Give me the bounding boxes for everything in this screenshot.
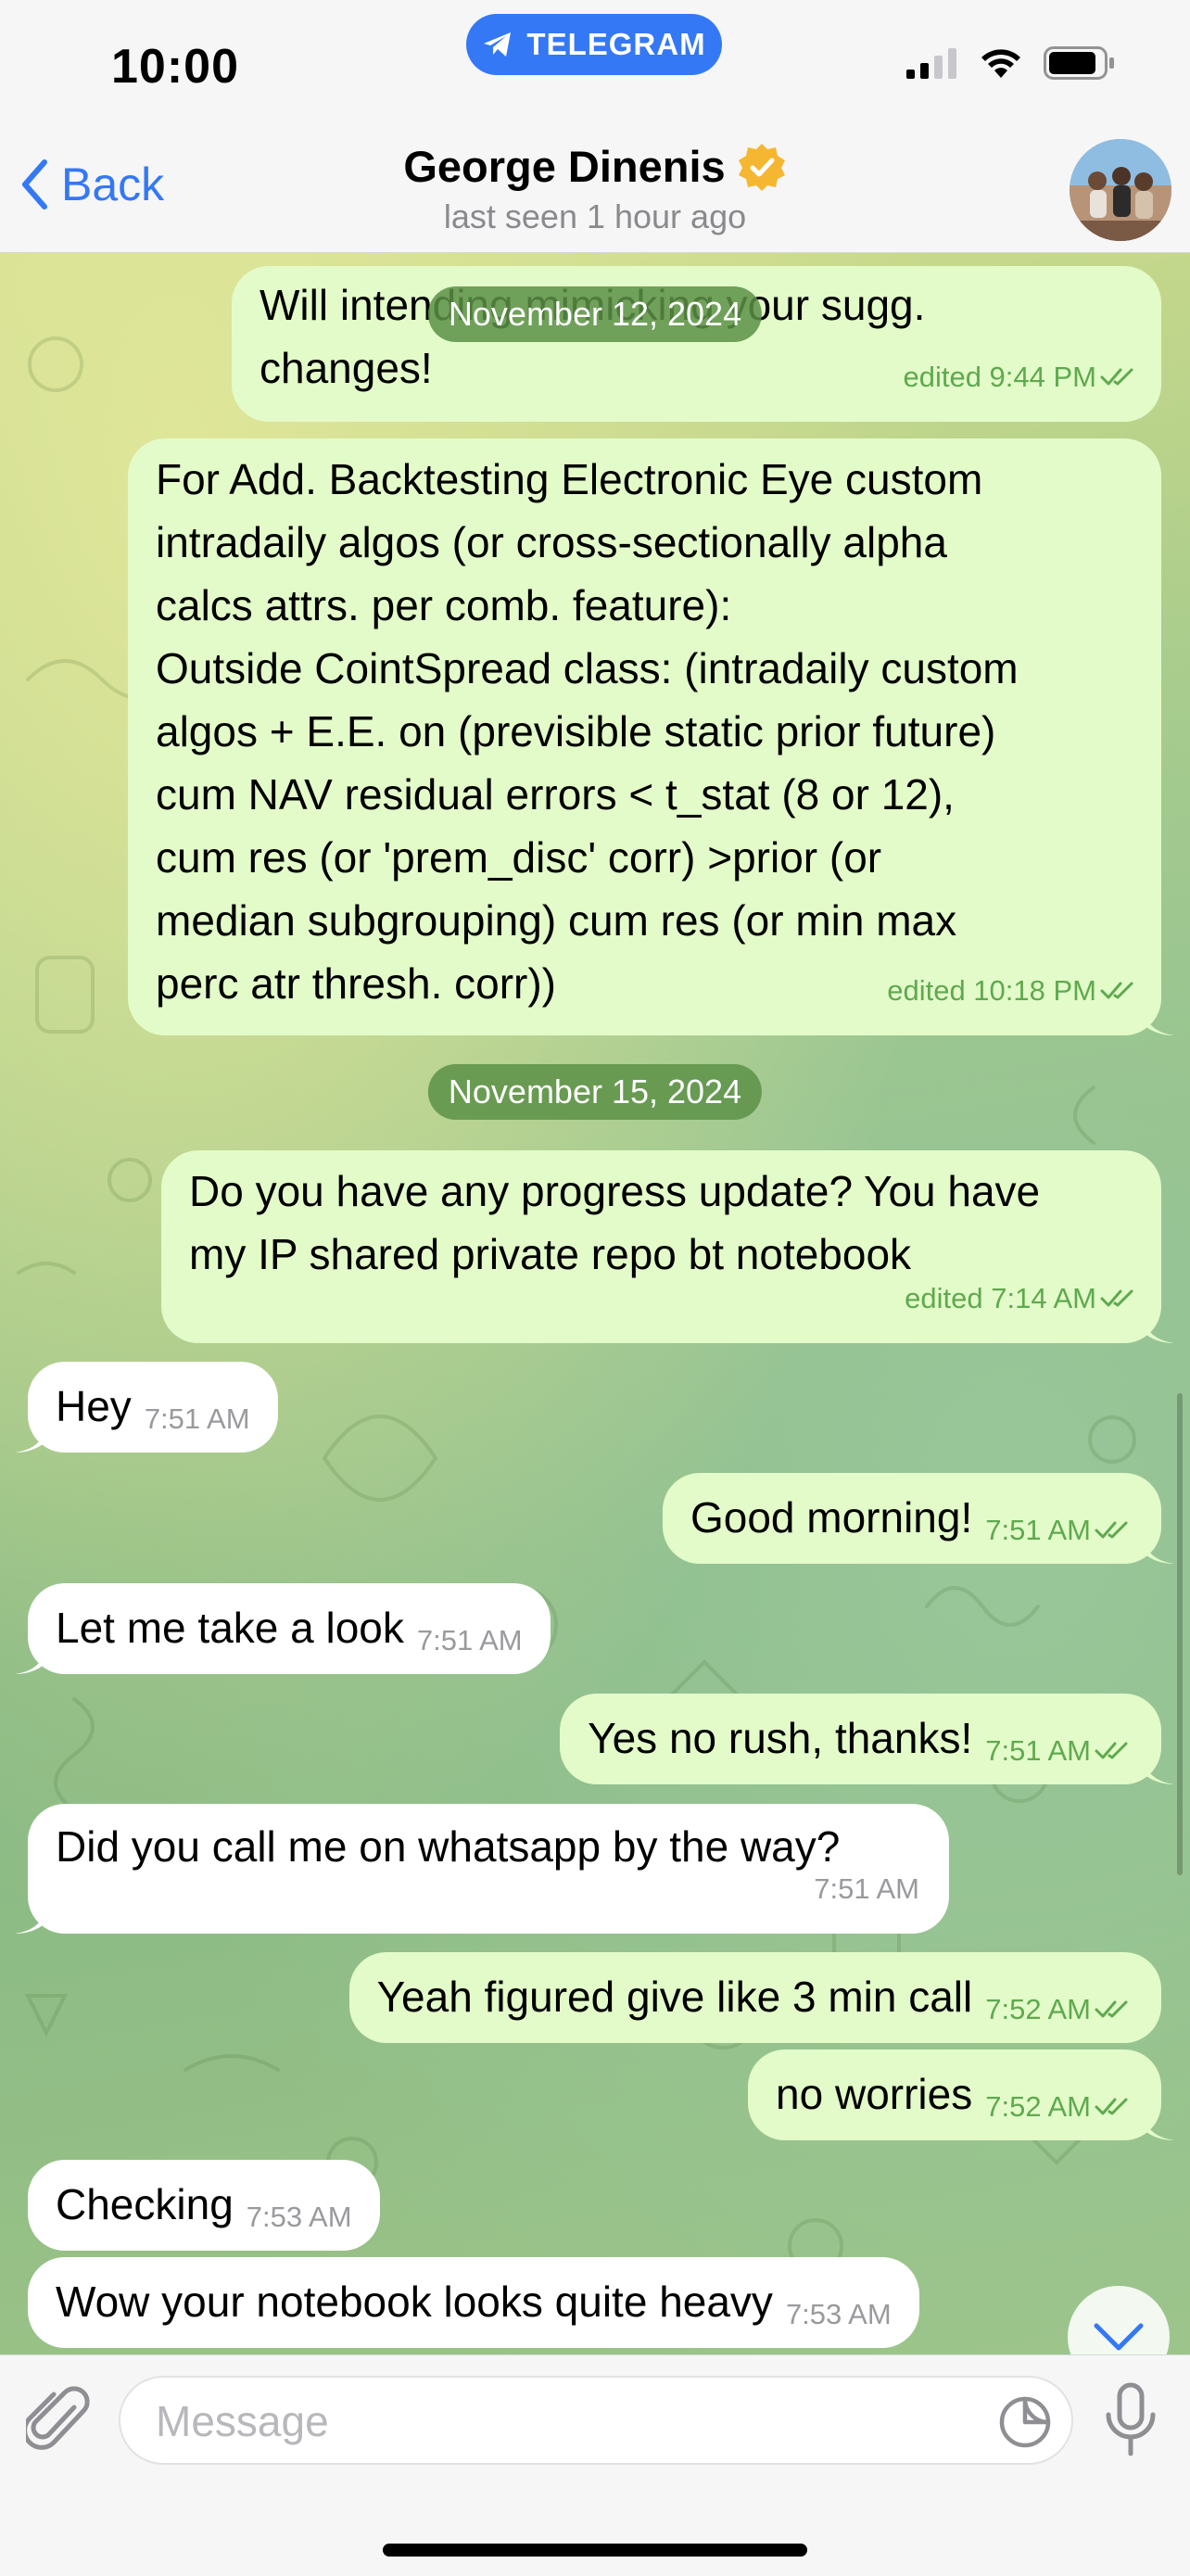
contact-title[interactable]: George Dinenis last seen 1 hour ago: [0, 141, 1190, 236]
message-bubble-incoming[interactable]: Did you call me on whatsapp by the way? …: [15, 1804, 949, 1934]
bubble-tail: [1143, 1008, 1174, 1035]
message-meta: 7:52 AM: [985, 1978, 1135, 2041]
message-time: edited 10:18 PM: [887, 974, 1096, 1007]
battery-icon: [1044, 46, 1114, 80]
message-bubble-incoming[interactable]: Let me take a look 7:51 AM: [15, 1583, 551, 1674]
message-meta: edited 10:18 PM: [887, 959, 1141, 1022]
last-seen-status: last seen 1 hour ago: [443, 197, 747, 235]
message-text: Did you call me on whatsapp by the way?: [56, 1822, 841, 1871]
wifi-icon: [981, 49, 1020, 78]
message-time: 7:51 AM: [814, 1872, 919, 1905]
message-text: Let me take a look: [56, 1604, 404, 1652]
contact-name: George Dinenis: [403, 142, 726, 191]
home-indicator: [383, 2544, 807, 2557]
message-text: For Add. Backtesting Electronic Eye cust…: [156, 455, 1019, 1008]
message-time: 7:53 AM: [246, 2201, 352, 2233]
message-composer: Message: [0, 2354, 1190, 2576]
sticker-icon[interactable]: [997, 2394, 1053, 2450]
app-pill-label: TELEGRAM: [526, 27, 706, 61]
system-icons: [906, 46, 1116, 80]
message-meta: edited 9:44 PM: [903, 346, 1141, 409]
double-check-icon: [1100, 368, 1133, 386]
message-input-placeholder: Message: [156, 2397, 329, 2445]
message-bubble-outgoing[interactable]: Do you have any progress update? You hav…: [161, 1150, 1174, 1343]
message-bubble-outgoing[interactable]: Good morning! 7:51 AM: [662, 1473, 1174, 1564]
verified-badge-icon: [738, 143, 785, 191]
message-time: 7:53 AM: [785, 2298, 892, 2330]
message-text: Good morning!: [690, 1493, 973, 1542]
double-check-icon: [1095, 2098, 1128, 2115]
message-text: Hey: [56, 1382, 132, 1430]
telegram-icon: [484, 32, 512, 57]
bubble-tail: [1143, 1757, 1174, 1784]
paperclip-icon[interactable]: [26, 2383, 91, 2457]
chat-messages[interactable]: Will intending mimicking your sugg. chan…: [0, 253, 1190, 2354]
double-check-icon: [1095, 2000, 1128, 2018]
message-meta: 7:51 AM: [985, 1499, 1135, 1562]
message-time: edited 9:44 PM: [903, 361, 1096, 393]
signal-icon: [906, 48, 956, 79]
message-text: Wow your notebook looks quite heavy: [56, 2278, 773, 2326]
message-bubble-outgoing[interactable]: For Add. Backtesting Electronic Eye cust…: [128, 438, 1174, 1035]
message-meta: edited 7:14 AM: [905, 1267, 1141, 1330]
message-time: edited 7:14 AM: [905, 1282, 1096, 1314]
bubble-tail: [15, 1646, 46, 1674]
message-time: 7:51 AM: [416, 1624, 523, 1656]
date-separator: November 12, 2024: [427, 286, 763, 342]
bubble-tail: [1143, 1536, 1174, 1564]
message-text: no worries: [776, 2070, 973, 2118]
bubble-tail: [15, 1425, 46, 1453]
microphone-icon[interactable]: [1103, 2381, 1158, 2459]
bubble-tail: [15, 1906, 46, 1934]
message-time: 7:52 AM: [985, 2090, 1091, 2123]
message-text: Checking: [56, 2180, 234, 2228]
double-check-icon: [1100, 982, 1133, 999]
message-time: 7:52 AM: [985, 1993, 1091, 2025]
bubble-tail: [1143, 1315, 1174, 1343]
message-time: 7:51 AM: [985, 1734, 1091, 1767]
message-bubble-incoming[interactable]: Hey 7:51 AM: [15, 1362, 278, 1453]
message-bubble-outgoing[interactable]: no worries 7:52 AM: [748, 2049, 1174, 2140]
chat-header: Back George Dinenis last seen 1 hour ago: [0, 121, 1190, 253]
avatar-photo: [1070, 139, 1171, 241]
message-bubble-outgoing[interactable]: Yes no rush, thanks! 7:51 AM: [560, 1694, 1174, 1784]
status-time: 10:00: [111, 40, 239, 94]
message-meta: 7:52 AM: [985, 2075, 1135, 2138]
date-separator: November 15, 2024: [427, 1064, 763, 1120]
double-check-icon: [1095, 1742, 1128, 1759]
app-return-pill[interactable]: TELEGRAM: [466, 14, 722, 75]
message-time: 7:51 AM: [144, 1402, 250, 1435]
double-check-icon: [1100, 1289, 1133, 1307]
contact-avatar[interactable]: [1070, 139, 1171, 241]
message-input[interactable]: Message: [119, 2376, 1073, 2465]
message-bubble-incoming[interactable]: Checking 7:53 AM: [28, 2160, 380, 2251]
bubble-tail: [1143, 2113, 1174, 2140]
chevron-down-icon: [1094, 2323, 1144, 2351]
message-bubble-outgoing[interactable]: Yeah figured give like 3 min call 7:52 AM: [348, 1952, 1161, 2043]
scroll-indicator[interactable]: [1177, 1393, 1183, 1875]
message-meta: 7:51 AM: [985, 1719, 1135, 1783]
message-text: Yeah figured give like 3 min call: [376, 1973, 973, 2021]
message-time: 7:51 AM: [985, 1514, 1091, 1546]
double-check-icon: [1095, 1521, 1128, 1539]
message-bubble-incoming[interactable]: Wow your notebook looks quite heavy 7:53 …: [28, 2257, 919, 2348]
message-text: Yes no rush, thanks!: [588, 1714, 973, 1762]
status-bar: 10:00 TELEGRAM: [0, 0, 1190, 121]
